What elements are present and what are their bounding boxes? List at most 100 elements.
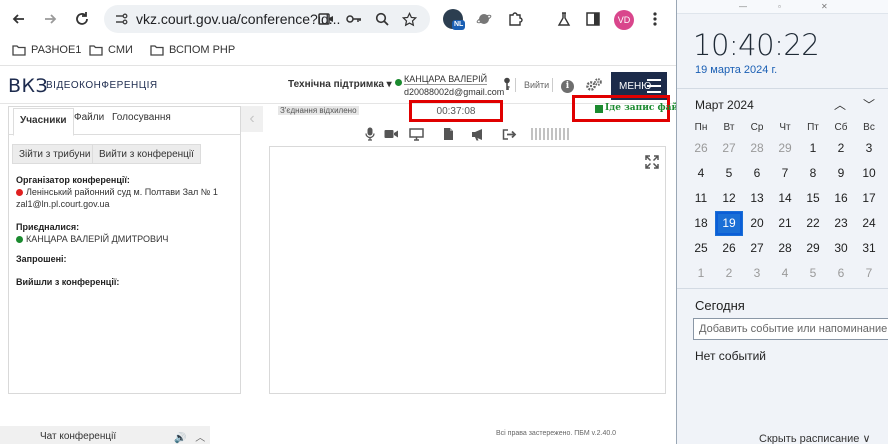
extensions-puzzle-icon[interactable]: [505, 9, 525, 29]
video-camera-icon[interactable]: [383, 126, 399, 142]
back-button[interactable]: [8, 8, 30, 30]
calendar-day[interactable]: 23: [827, 211, 855, 236]
extension-badge: NL: [452, 20, 466, 30]
exit-conference-icon[interactable]: [501, 126, 517, 142]
site-info-icon[interactable]: [114, 12, 128, 26]
maximize-icon[interactable]: ▫: [778, 2, 781, 11]
forward-button[interactable]: [39, 8, 61, 30]
hide-schedule-link[interactable]: Скрыть расписание ∨: [759, 432, 871, 444]
megaphone-icon[interactable]: [470, 126, 486, 142]
screen-share-icon[interactable]: [408, 126, 424, 142]
address-bar[interactable]: vkz.court.gov.ua/conference?id...: [104, 5, 430, 33]
calendar-day[interactable]: 5: [715, 161, 743, 186]
tab-files[interactable]: Файли: [74, 112, 104, 123]
bookmark-star-icon[interactable]: [401, 11, 417, 27]
video-viewport[interactable]: [269, 146, 666, 394]
password-key-icon[interactable]: [346, 11, 362, 27]
side-panel-icon[interactable]: [583, 9, 603, 29]
calendar-day[interactable]: 31: [855, 236, 883, 261]
user-status-indicator: [395, 79, 402, 86]
conference-timer: 00:37:08: [436, 106, 476, 117]
calendar-day[interactable]: 24: [855, 211, 883, 236]
chevron-up-icon[interactable]: ︿: [834, 96, 846, 113]
info-icon[interactable]: i: [561, 80, 574, 93]
calendar-day[interactable]: 5: [799, 261, 827, 286]
site-logo[interactable]: ВКЗ: [8, 75, 48, 97]
planet-extension-icon[interactable]: [474, 9, 494, 29]
calendar-day[interactable]: 7: [771, 161, 799, 186]
calendar-day[interactable]: 7: [855, 261, 883, 286]
flyout-divider: [677, 88, 888, 89]
bookmark-folder-raznoe[interactable]: РАЗНОЕ1: [12, 44, 81, 56]
profile-avatar[interactable]: VD: [614, 10, 634, 30]
calendar-day[interactable]: 18: [687, 211, 715, 236]
calendar-month-label[interactable]: Март 2024: [695, 98, 754, 112]
leave-tribune-button[interactable]: Зійти з трибуни: [12, 144, 98, 164]
add-event-input[interactable]: Добавить событие или напоминание: [693, 318, 888, 340]
calendar-day[interactable]: 3: [855, 136, 883, 161]
kebab-menu-icon[interactable]: [645, 9, 665, 29]
settings-gears-icon[interactable]: [585, 77, 603, 93]
calendar-day[interactable]: 15: [799, 186, 827, 211]
calendar-day[interactable]: 14: [771, 186, 799, 211]
calendar-day[interactable]: 22: [799, 211, 827, 236]
tech-support-dropdown[interactable]: Технічна підтримка ▾: [288, 79, 392, 90]
calendar-day[interactable]: 1: [687, 261, 715, 286]
calendar-day[interactable]: 27: [743, 236, 771, 261]
conference-chat-bar[interactable]: Чат конференції 🔊 ︿: [0, 426, 210, 444]
calendar-day[interactable]: 9: [827, 161, 855, 186]
weekday-label: Чт: [779, 122, 791, 133]
calendar-day[interactable]: 1: [799, 136, 827, 161]
calendar-day[interactable]: 28: [743, 136, 771, 161]
calendar-day[interactable]: 26: [715, 236, 743, 261]
calendar-day[interactable]: 28: [771, 236, 799, 261]
minimize-icon[interactable]: —: [739, 2, 747, 11]
bookmark-folder-vspom[interactable]: ВСПОМ PHP: [150, 44, 235, 56]
calendar-day-today[interactable]: 19: [715, 211, 743, 236]
fullscreen-icon[interactable]: [645, 155, 659, 169]
bookmark-folder-smi[interactable]: СМИ: [89, 44, 133, 56]
calendar-day[interactable]: 26: [687, 136, 715, 161]
chevron-down-icon[interactable]: ﹀: [863, 96, 875, 113]
speaker-icon[interactable]: 🔊: [174, 433, 186, 444]
calendar-day[interactable]: 12: [715, 186, 743, 211]
zoom-icon[interactable]: [374, 11, 390, 27]
organizer-name: Ленінський районний суд м. Полтави Зал №…: [16, 187, 218, 197]
chevron-up-icon[interactable]: ︿: [195, 433, 205, 444]
close-icon[interactable]: ✕: [821, 2, 828, 11]
calendar-day[interactable]: 13: [743, 186, 771, 211]
calendar-day[interactable]: 29: [771, 136, 799, 161]
reload-button[interactable]: [71, 8, 93, 30]
calendar-day[interactable]: 2: [827, 136, 855, 161]
calendar-day[interactable]: 16: [827, 186, 855, 211]
calendar-day[interactable]: 20: [743, 211, 771, 236]
microphone-icon[interactable]: [362, 126, 378, 142]
calendar-day[interactable]: 6: [743, 161, 771, 186]
collapse-panel-button[interactable]: ‹: [241, 106, 263, 132]
calendar-day[interactable]: 30: [827, 236, 855, 261]
camera-icon[interactable]: [318, 11, 334, 27]
calendar-day[interactable]: 4: [687, 161, 715, 186]
leave-conference-button[interactable]: Вийти з конференції: [92, 144, 201, 164]
calendar-day[interactable]: 11: [687, 186, 715, 211]
url-text[interactable]: vkz.court.gov.ua/conference?id...: [136, 11, 340, 27]
calendar-day[interactable]: 8: [799, 161, 827, 186]
calendar-day[interactable]: 2: [715, 261, 743, 286]
logout-link[interactable]: Вийти: [524, 80, 549, 90]
calendar-day[interactable]: 17: [855, 186, 883, 211]
calendar-day[interactable]: 3: [743, 261, 771, 286]
calendar-day[interactable]: 4: [771, 261, 799, 286]
calendar-day[interactable]: 10: [855, 161, 883, 186]
calendar-day[interactable]: 21: [771, 211, 799, 236]
arrow-right-icon: [45, 14, 57, 24]
calendar-day[interactable]: 29: [799, 236, 827, 261]
calendar-day[interactable]: 6: [827, 261, 855, 286]
lab-flask-icon[interactable]: [554, 9, 574, 29]
document-icon[interactable]: [440, 126, 456, 142]
calendar-day[interactable]: 27: [715, 136, 743, 161]
calendar-day[interactable]: 25: [687, 236, 715, 261]
tab-participants[interactable]: Учасники: [13, 108, 74, 136]
current-date-link[interactable]: 19 марта 2024 г.: [695, 64, 777, 76]
key-icon[interactable]: [503, 77, 511, 91]
tab-voting[interactable]: Голосування: [112, 112, 171, 123]
